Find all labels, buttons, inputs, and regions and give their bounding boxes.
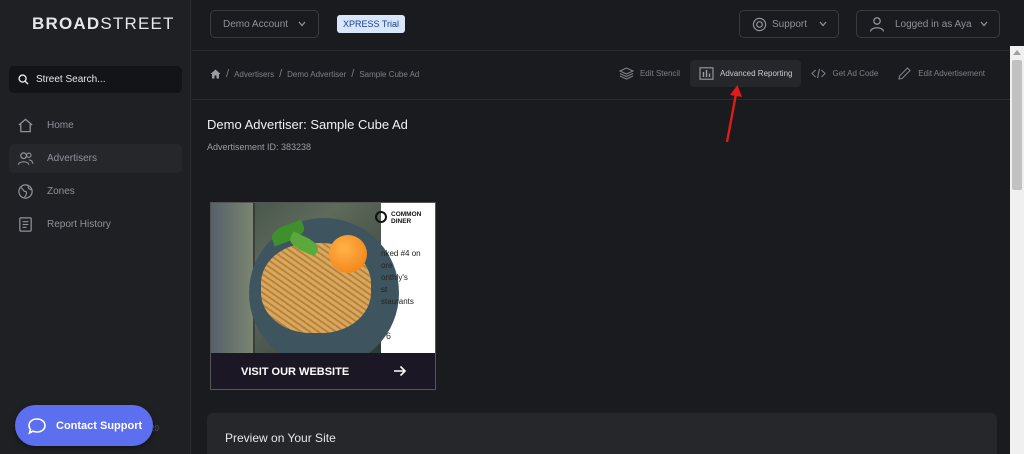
scrollbar-thumb[interactable] bbox=[1012, 60, 1022, 190]
get-ad-code-label: Get Ad Code bbox=[832, 69, 879, 78]
get-ad-code-button[interactable]: Get Ad Code bbox=[802, 60, 887, 87]
account-dropdown[interactable]: Demo Account bbox=[210, 10, 319, 38]
user-icon bbox=[869, 17, 885, 32]
breadcrumb-separator: / bbox=[226, 68, 230, 80]
edit-advertisement-button[interactable]: Edit Advertisement bbox=[888, 60, 994, 87]
sidebar-item-label: Advertisers bbox=[47, 153, 98, 164]
globe-icon bbox=[15, 183, 35, 201]
pencil-icon bbox=[898, 67, 912, 80]
account-label: Demo Account bbox=[223, 18, 289, 30]
breadcrumb-separator: / bbox=[279, 68, 283, 80]
chevron-down-icon bbox=[298, 21, 306, 27]
sidebar-item-home[interactable]: Home bbox=[9, 111, 182, 140]
preview-title: Preview on Your Site bbox=[225, 431, 336, 445]
breadcrumb: / Advertisers / Demo Advertiser / Sample… bbox=[210, 68, 419, 80]
code-icon bbox=[811, 68, 827, 79]
sidebar-item-label: Report History bbox=[47, 219, 111, 230]
lifebuoy-icon bbox=[752, 17, 767, 31]
street-search[interactable] bbox=[9, 66, 182, 93]
ad-copy-text: nked #4 on ore onthly's st staurants bbox=[381, 249, 421, 306]
sidebar: BROADSTREET Home Advertisers Zones Repor… bbox=[0, 0, 191, 454]
edit-advertisement-label: Edit Advertisement bbox=[918, 69, 985, 78]
trial-badge: XPRESS Trial bbox=[337, 15, 406, 33]
annotation-arrow-icon bbox=[725, 85, 742, 143]
chevron-down-icon bbox=[819, 21, 827, 27]
contact-support-label: Contact Support bbox=[56, 419, 143, 432]
report-icon bbox=[15, 216, 35, 234]
user-menu[interactable]: Logged in as Aya bbox=[856, 10, 1000, 38]
breadcrumb-demo-advertiser[interactable]: Demo Advertiser bbox=[287, 70, 346, 79]
advertisement-id: Advertisement ID: 383238 bbox=[207, 142, 312, 152]
page-title: Demo Advertiser: Sample Cube Ad bbox=[207, 117, 408, 132]
ad-brand-name: COMMON DINER bbox=[391, 211, 422, 225]
ad-toolbar: Edit Stencil Advanced Reporting Get Ad C… bbox=[610, 60, 1010, 87]
support-dropdown[interactable]: Support bbox=[739, 10, 839, 38]
bar-chart-icon bbox=[699, 67, 714, 80]
search-input[interactable] bbox=[36, 74, 166, 85]
orange-graphic bbox=[329, 235, 367, 273]
contact-support-button[interactable]: Contact Support bbox=[15, 405, 153, 446]
visit-website-label: VISIT OUR WEBSITE bbox=[241, 366, 350, 378]
advanced-reporting-label: Advanced Reporting bbox=[719, 69, 793, 78]
sidebar-item-advertisers[interactable]: Advertisers bbox=[9, 144, 182, 173]
breadcrumb-advertisers[interactable]: Advertisers bbox=[234, 70, 274, 79]
support-label: Support bbox=[772, 18, 808, 30]
search-icon bbox=[18, 74, 29, 85]
user-label: Logged in as Aya bbox=[895, 18, 972, 30]
scroll-up-icon[interactable] bbox=[1013, 50, 1021, 55]
sidebar-item-report-history[interactable]: Report History bbox=[9, 210, 182, 239]
sidebar-item-label: Zones bbox=[47, 186, 75, 197]
home-icon bbox=[15, 117, 35, 135]
users-icon bbox=[15, 150, 35, 168]
main-content: Demo Advertiser: Sample Cube Ad Advertis… bbox=[192, 101, 1010, 454]
ad-preview-creative[interactable]: COMMON DINER nked #4 on ore onthly's st s… bbox=[210, 202, 436, 390]
brand-logo[interactable]: BROADSTREET bbox=[32, 14, 175, 34]
visit-website-button[interactable]: VISIT OUR WEBSITE bbox=[211, 353, 435, 389]
home-icon[interactable] bbox=[210, 69, 221, 79]
vertical-scrollbar[interactable] bbox=[1010, 46, 1024, 454]
breadcrumb-toolbar: / Advertisers / Demo Advertiser / Sample… bbox=[192, 50, 1010, 100]
cube-side-face bbox=[211, 203, 253, 353]
breadcrumb-separator: / bbox=[351, 68, 355, 80]
edit-stencil-button[interactable]: Edit Stencil bbox=[610, 60, 689, 87]
sidebar-item-label: Home bbox=[47, 120, 74, 131]
chevron-down-icon bbox=[980, 21, 988, 27]
layers-icon bbox=[618, 67, 634, 80]
edit-stencil-label: Edit Stencil bbox=[639, 69, 680, 78]
ad-number-fragment: 6 bbox=[386, 331, 392, 341]
chat-icon bbox=[28, 417, 46, 435]
topbar: Demo Account XPRESS Trial Support Logged… bbox=[192, 0, 1010, 50]
sidebar-item-zones[interactable]: Zones bbox=[9, 177, 182, 206]
breadcrumb-current: Sample Cube Ad bbox=[359, 69, 420, 79]
preview-on-site-panel: Preview on Your Site bbox=[207, 413, 997, 454]
arrow-right-icon bbox=[394, 365, 407, 377]
